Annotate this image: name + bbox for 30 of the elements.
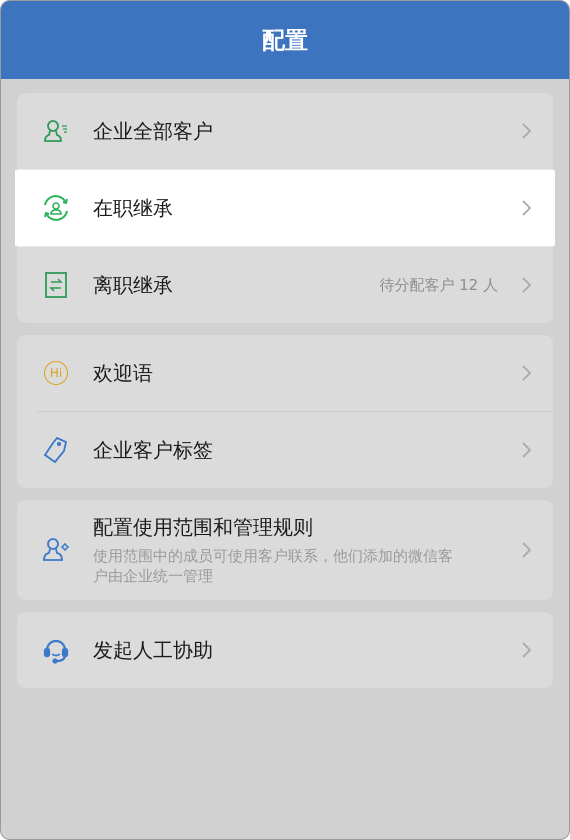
chevron-right-icon [522,442,531,458]
settings-row[interactable]: 企业全部客户 [17,93,553,169]
page-title: 配置 [262,26,308,56]
settings-row[interactable]: 企业客户标签 [17,412,553,488]
chevron-right-icon [522,123,531,139]
person-sync-icon [41,193,71,223]
settings-row[interactable]: 发起人工协助 [17,612,553,688]
chevron-right-icon [522,365,531,381]
settings-row[interactable]: 离职继承 待分配客户 12 人 [17,247,553,323]
transfer-icon [44,272,68,298]
row-label: 企业客户标签 [93,436,214,464]
settings-row[interactable]: 配置使用范围和管理规则 使用范围中的成员可使用客户联系，他们添加的微信客户由企业统一管理 [17,500,553,600]
person-gear-icon [42,537,70,563]
row-label: 企业全部客户 [93,118,214,144]
row-label: 配置使用范围和管理规则 [93,514,314,541]
greeting-icon: Hi [44,361,68,385]
settings-row[interactable]: Hi 欢迎语 [17,335,553,411]
chevron-right-icon [522,542,531,558]
row-value: 待分配客户 12 人 [379,276,498,294]
row-label: 发起人工协助 [93,636,214,664]
tag-icon [43,436,69,464]
row-label: 在职继承 [93,194,174,222]
chevron-right-icon [522,277,531,293]
row-label: 欢迎语 [93,360,154,386]
row-description: 使用范围中的成员可使用客户联系，他们添加的微信客户由企业统一管理 [93,547,454,586]
settings-row[interactable]: 在职继承 [15,170,555,246]
row-label: 离职继承 [93,272,174,298]
person-list-icon [43,118,69,144]
chevron-right-icon [522,200,531,216]
chevron-right-icon [522,642,531,658]
